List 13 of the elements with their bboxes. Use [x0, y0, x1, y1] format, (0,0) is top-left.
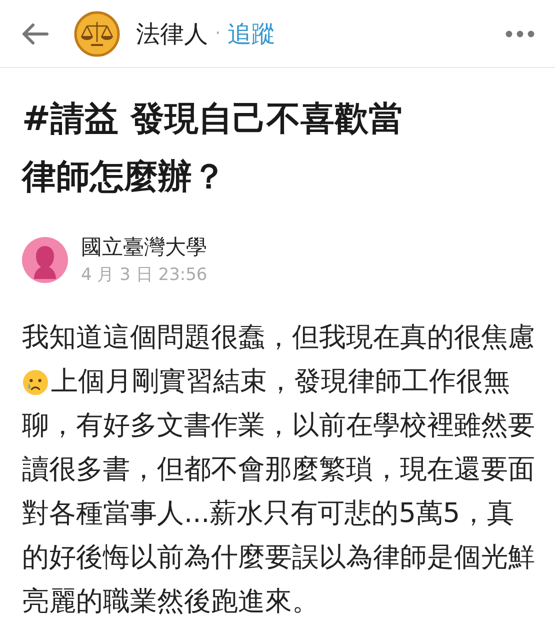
crying-face-icon: [22, 368, 49, 396]
more-options-icon[interactable]: [505, 30, 535, 38]
separator-dot: ·: [215, 23, 221, 44]
scales-logo-icon[interactable]: [74, 10, 120, 56]
back-arrow-icon[interactable]: [21, 22, 49, 44]
post-text: 聊，有好多文書作業，以前在學校裡雖然要讀很多書，但都不會那麼繁瑣，現在還要面對各種當事人...薪水只有可悲的5萬5，真的好後悔以前為什麼要誤以為律師是個光鮮亮麗的職業然後跑進來。: [22, 409, 536, 619]
author-name[interactable]: 國立臺灣大學: [81, 232, 208, 262]
post-text: 我知道這個問題很蠢，但我現在真的很焦慮: [22, 321, 535, 355]
post-title: #請益 發現自己不喜歡當律師怎麼辦？: [22, 98, 404, 199]
avatar-icon: [22, 237, 68, 283]
post-date: 4 月 3 日 23:56: [81, 264, 208, 287]
board-name[interactable]: 法律人: [136, 18, 208, 50]
post-text: 上個月剛實習結束，發現律師工作很無: [51, 365, 510, 399]
